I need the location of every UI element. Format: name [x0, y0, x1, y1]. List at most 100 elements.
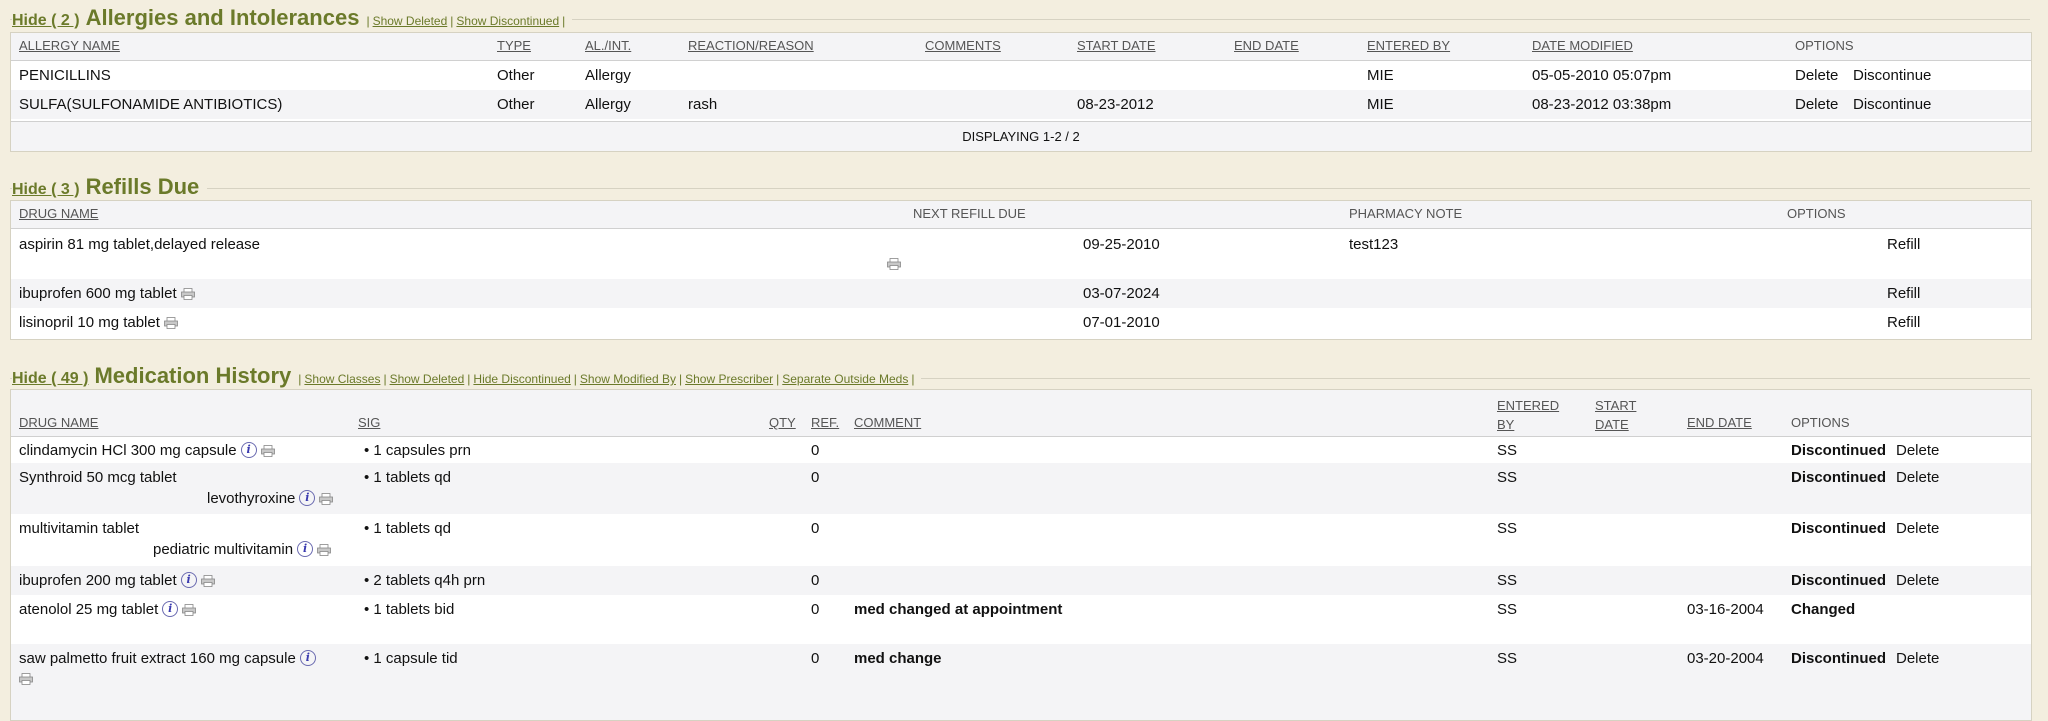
printer-icon[interactable]	[19, 673, 33, 685]
separate-outside-meds-link[interactable]: Separate Outside Meds	[782, 372, 908, 386]
med-comment: med change	[854, 650, 942, 667]
allergy-discontinue-button[interactable]: Discontinue	[1853, 67, 1931, 84]
allergy-delete-button[interactable]: Delete	[1795, 96, 1838, 113]
show-modified-by-link[interactable]: Show Modified By	[580, 372, 676, 386]
printer-icon[interactable]	[317, 544, 331, 556]
med-refills: 0	[811, 650, 820, 667]
col-end-date[interactable]: END DATE	[1234, 38, 1299, 53]
med-entered-by: SS	[1497, 520, 1518, 537]
refills-hide-link[interactable]: Hide ( 3 )	[12, 181, 80, 198]
printer-icon[interactable]	[201, 575, 215, 587]
col-options: OPTIONS	[1787, 206, 1846, 221]
allergies-hide-link[interactable]: Hide ( 2 )	[12, 12, 80, 29]
info-icon[interactable]: i	[299, 490, 316, 506]
col-entered-by[interactable]: ENTERED BY	[1497, 396, 1559, 434]
allergies-table: ALLERGY NAME TYPE AL./INT. REACTION/REAS…	[10, 32, 2032, 152]
col-options: OPTIONS	[1791, 415, 1850, 430]
allergies-show-discontinued-link[interactable]: Show Discontinued	[456, 14, 559, 28]
show-prescriber-link[interactable]: Show Prescriber	[685, 372, 773, 386]
med-entered-by: SS	[1497, 572, 1518, 589]
meds-title: Medication History	[94, 363, 292, 388]
col-drug-name[interactable]: DRUG NAME	[19, 206, 98, 221]
meds-table: DRUG NAME SIG QTY REF. COMMENT ENTERED BY…	[10, 389, 2032, 721]
med-end-date: 03-20-2004	[1687, 650, 1764, 667]
med-refills: 0	[811, 469, 820, 486]
allergy-date-modified: 05-05-2010 05:07pm	[1532, 67, 1672, 84]
med-generic-name: levothyroxine i	[207, 490, 333, 507]
table-row: PENICILLINS Other Allergy MIE 05-05-2010…	[11, 61, 2031, 90]
col-entered-by[interactable]: ENTERED BY	[1367, 38, 1450, 53]
med-sig: • 1 tablets bid	[364, 601, 455, 618]
allergies-pagination: DISPLAYING 1-2 / 2	[11, 121, 2031, 151]
col-drug-name[interactable]: DRUG NAME	[19, 415, 98, 430]
allergies-legend: Hide ( 2 ) Allergies and Intolerances | Sho…	[12, 5, 573, 31]
info-icon[interactable]: i	[162, 601, 179, 617]
col-reaction[interactable]: REACTION/REASON	[688, 38, 814, 53]
printer-icon[interactable]	[887, 258, 901, 270]
refills-title: Refills Due	[85, 174, 200, 199]
med-drug-name: atenolol 25 mg tablet i	[19, 601, 196, 618]
refill-due-date: 03-07-2024	[1083, 285, 1160, 302]
med-comment: med changed at appointment	[854, 601, 1063, 618]
table-row: aspirin 81 mg tablet,delayed release 09-…	[11, 229, 2031, 279]
med-delete-button[interactable]: Delete	[1896, 469, 1939, 486]
col-allergy-name[interactable]: ALLERGY NAME	[19, 38, 120, 53]
col-comments[interactable]: COMMENTS	[925, 38, 1001, 53]
col-date-modified[interactable]: DATE MODIFIED	[1532, 38, 1633, 53]
med-status: Discontinued	[1791, 469, 1887, 486]
printer-icon[interactable]	[181, 288, 195, 300]
col-alint[interactable]: AL./INT.	[585, 38, 631, 53]
refill-button[interactable]: Refill	[1887, 236, 1920, 253]
allergy-entered-by: MIE	[1367, 67, 1394, 84]
allergy-type: Other	[497, 96, 535, 113]
refill-due-date: 09-25-2010	[1083, 236, 1160, 253]
med-drug-name: ibuprofen 200 mg tablet i	[19, 572, 215, 589]
med-drug-name: clindamycin HCl 300 mg capsule i	[19, 442, 275, 459]
col-end-date[interactable]: END DATE	[1687, 415, 1752, 430]
printer-icon[interactable]	[182, 604, 196, 616]
info-icon[interactable]: i	[180, 572, 197, 588]
meds-legend: Hide ( 49 ) Medication History | Show Class…	[12, 363, 922, 389]
allergy-alint: Allergy	[585, 67, 631, 84]
med-delete-button[interactable]: Delete	[1896, 650, 1939, 667]
allergies-show-deleted-link[interactable]: Show Deleted	[373, 14, 448, 28]
med-drug-name: Synthroid 50 mcg tablet	[19, 469, 177, 486]
med-sig: • 1 tablets qd	[364, 469, 451, 486]
col-sig[interactable]: SIG	[358, 415, 380, 430]
med-status: Discontinued	[1791, 650, 1887, 667]
med-delete-button[interactable]: Delete	[1896, 520, 1939, 537]
info-icon[interactable]: i	[240, 442, 257, 458]
med-sig: • 2 tablets q4h prn	[364, 572, 486, 589]
refill-button[interactable]: Refill	[1887, 314, 1920, 331]
col-type[interactable]: TYPE	[497, 38, 531, 53]
allergy-name: SULFA(SULFONAMIDE ANTIBIOTICS)	[19, 96, 283, 113]
info-icon[interactable]: i	[297, 541, 314, 557]
refill-pharmacy-note: test123	[1349, 236, 1399, 253]
printer-icon[interactable]	[164, 317, 178, 329]
med-delete-button[interactable]: Delete	[1896, 572, 1939, 589]
table-row: lisinopril 10 mg tablet 07-01-2010 Refil…	[11, 308, 2031, 337]
col-start-date[interactable]: START DATE	[1077, 38, 1156, 53]
table-row: Synthroid 50 mcg tablet levothyroxine i •…	[11, 463, 2031, 514]
col-start-date[interactable]: START DATE	[1595, 396, 1636, 434]
printer-icon[interactable]	[261, 445, 275, 457]
hide-discontinued-link[interactable]: Hide Discontinued	[473, 372, 570, 386]
show-deleted-link[interactable]: Show Deleted	[390, 372, 465, 386]
allergy-discontinue-button[interactable]: Discontinue	[1853, 96, 1931, 113]
med-refills: 0	[811, 572, 820, 589]
col-ref[interactable]: REF.	[811, 415, 839, 430]
printer-icon[interactable]	[319, 493, 333, 505]
med-delete-button[interactable]: Delete	[1896, 442, 1939, 459]
allergy-name: PENICILLINS	[19, 67, 111, 84]
col-qty[interactable]: QTY	[769, 415, 796, 430]
info-icon[interactable]: i	[299, 650, 316, 666]
refill-button[interactable]: Refill	[1887, 285, 1920, 302]
col-comment[interactable]: COMMENT	[854, 415, 921, 430]
allergy-alint: Allergy	[585, 96, 631, 113]
med-sig: • 1 capsules prn	[364, 442, 471, 459]
table-row: atenolol 25 mg tablet i • 1 tablets bid 0…	[11, 595, 2031, 644]
meds-hide-link[interactable]: Hide ( 49 )	[12, 370, 88, 387]
allergy-delete-button[interactable]: Delete	[1795, 67, 1838, 84]
med-drug-name: multivitamin tablet	[19, 520, 140, 537]
show-classes-link[interactable]: Show Classes	[304, 372, 380, 386]
